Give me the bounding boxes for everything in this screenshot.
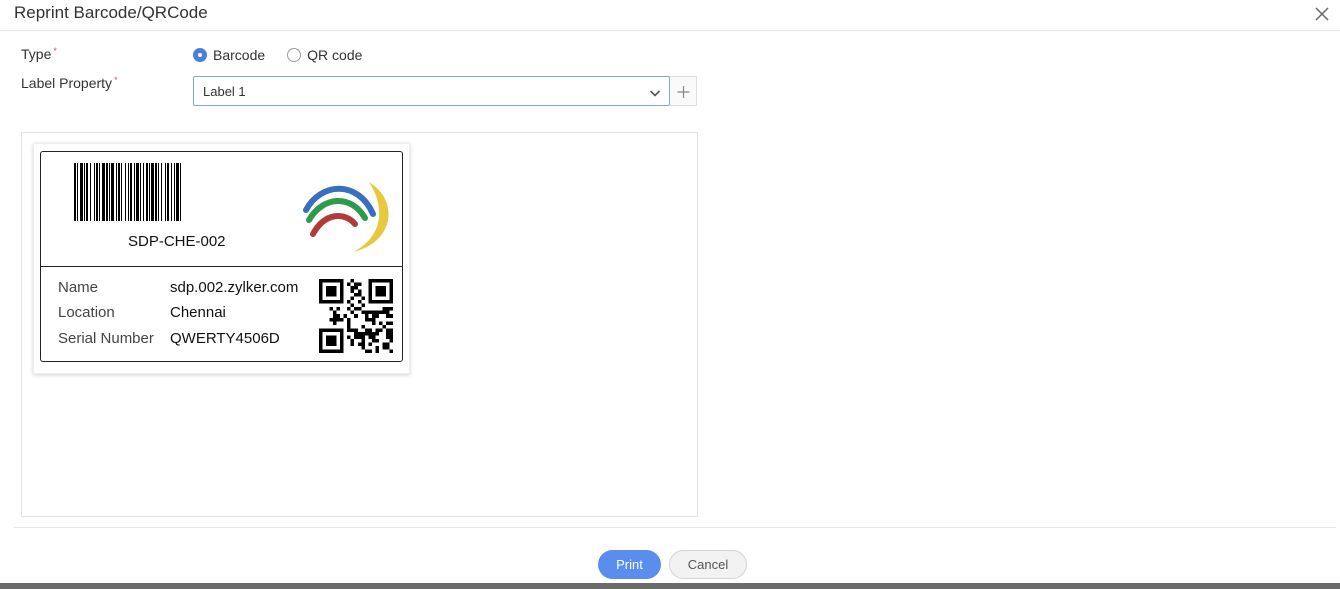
company-logo — [303, 182, 389, 252]
cancel-button[interactable]: Cancel — [669, 550, 747, 579]
radio-unchecked-icon — [287, 48, 302, 62]
footer-divider — [14, 527, 1336, 528]
field-value-location: Chennai — [170, 304, 226, 321]
label-property-value: Label 1 — [203, 84, 246, 99]
field-label-serial-number: Serial Number — [58, 330, 154, 347]
field-label-location: Location — [58, 304, 115, 321]
type-radio-group: Barcode QR code — [193, 46, 384, 64]
label-property-select[interactable]: Label 1 — [193, 76, 670, 106]
type-label: Type * — [21, 46, 57, 62]
print-button[interactable]: Print — [598, 550, 661, 579]
label-divider — [41, 266, 402, 267]
field-label-name: Name — [58, 279, 99, 296]
barcode-text: SDP-CHE-002 — [128, 233, 226, 250]
radio-checked-icon — [193, 48, 207, 62]
label-property-label: Label Property * — [21, 75, 118, 91]
radio-barcode-label: Barcode — [213, 47, 266, 63]
add-label-property-button[interactable] — [670, 76, 697, 106]
dialog-header: Reprint Barcode/QRCode — [0, 0, 1340, 31]
qr-code-image — [319, 279, 393, 353]
radio-qr-code[interactable]: QR code — [287, 47, 362, 63]
plus-icon — [677, 86, 690, 98]
window-bottom-edge — [0, 583, 1340, 589]
close-icon[interactable] — [1312, 4, 1332, 24]
dialog-title: Reprint Barcode/QRCode — [14, 3, 208, 22]
label-card: SDP-CHE-002 Name sdp.002.zylker.com Loca… — [33, 143, 410, 374]
field-value-serial-number: QWERTY4506D — [170, 330, 280, 347]
reprint-dialog: Reprint Barcode/QRCode Type * Barcode QR … — [0, 0, 1340, 584]
label-body: SDP-CHE-002 Name sdp.002.zylker.com Loca… — [40, 151, 403, 362]
barcode-image — [74, 163, 181, 221]
radio-qr-code-label: QR code — [307, 47, 363, 63]
field-value-name: sdp.002.zylker.com — [170, 279, 299, 296]
radio-barcode[interactable]: Barcode — [193, 47, 265, 63]
required-mark: * — [114, 75, 118, 85]
required-mark: * — [53, 46, 57, 56]
chevron-down-icon — [649, 86, 661, 98]
